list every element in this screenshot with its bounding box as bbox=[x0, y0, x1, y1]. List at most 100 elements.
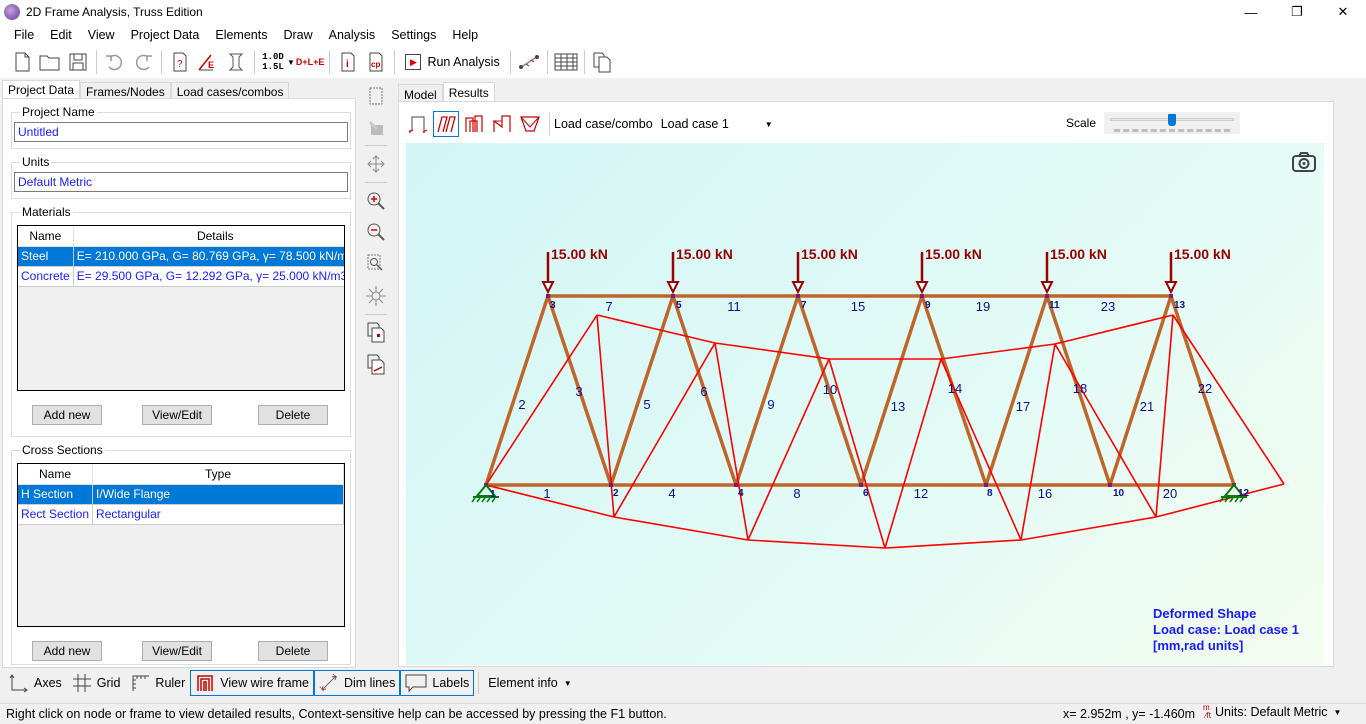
new-file-button[interactable] bbox=[9, 48, 35, 76]
deformed-shape-button[interactable] bbox=[433, 111, 459, 137]
speech-bubble-icon bbox=[405, 674, 427, 693]
sections-col-name[interactable]: Name bbox=[18, 464, 94, 485]
table-row[interactable]: Steel E= 210.000 GPa, G= 80.769 GPa, γ= … bbox=[18, 246, 344, 267]
materials-delete-button[interactable]: Delete bbox=[258, 405, 328, 425]
bending-moment-button[interactable] bbox=[517, 111, 543, 137]
tab-results[interactable]: Results bbox=[442, 82, 495, 103]
materials-view-edit-button[interactable]: View/Edit bbox=[142, 405, 212, 425]
truss-member bbox=[484, 295, 550, 486]
section-name: Rect Section bbox=[18, 504, 94, 525]
copy-node-button[interactable] bbox=[364, 320, 388, 346]
redo-button[interactable] bbox=[130, 48, 156, 76]
ruler-toggle[interactable]: Ruler bbox=[125, 670, 190, 696]
sections-delete-button[interactable]: Delete bbox=[258, 641, 328, 661]
eraser-button[interactable] bbox=[364, 115, 388, 141]
element-label: 7 bbox=[605, 299, 612, 314]
zoom-in-button[interactable] bbox=[364, 188, 388, 214]
axes-toggle[interactable]: Axes bbox=[4, 670, 67, 696]
load-combo-button[interactable]: D+L+E bbox=[296, 48, 325, 76]
zoom-window-button[interactable] bbox=[364, 251, 388, 277]
menu-analysis[interactable]: Analysis bbox=[321, 28, 384, 42]
scale-slider[interactable] bbox=[1104, 112, 1241, 134]
truss-drawing[interactable]: 1 234567891011121312345678910111213141516… bbox=[406, 143, 1324, 665]
load-case-select[interactable]: Load case 1 ▼ bbox=[657, 113, 777, 135]
element-label: 6 bbox=[700, 384, 707, 399]
minimize-button[interactable]: — bbox=[1228, 0, 1274, 24]
wireframe-toggle[interactable]: View wire frame bbox=[190, 670, 314, 696]
node-label: 6 bbox=[863, 488, 869, 499]
sections-view-edit-button[interactable]: View/Edit bbox=[142, 641, 212, 661]
materials-label: Materials bbox=[22, 205, 71, 219]
table-button[interactable] bbox=[553, 48, 579, 76]
title-bar: 2D Frame Analysis, Truss Edition — ❐ ✕ bbox=[0, 0, 1366, 24]
menu-draw[interactable]: Draw bbox=[275, 28, 320, 42]
run-analysis-label: Run Analysis bbox=[427, 55, 500, 69]
axial-force-button[interactable] bbox=[461, 111, 487, 137]
materials-add-button[interactable]: Add new bbox=[32, 405, 102, 425]
section-type: Rectangular bbox=[92, 504, 344, 525]
scale-label: Scale bbox=[1066, 116, 1097, 130]
deformed-member bbox=[1172, 314, 1285, 485]
menu-project-data[interactable]: Project Data bbox=[123, 28, 208, 42]
load-factor-dropdown[interactable]: 1.0D 1.5L bbox=[260, 48, 286, 76]
undo-button[interactable] bbox=[102, 48, 128, 76]
materials-col-name[interactable]: Name bbox=[18, 226, 74, 247]
shear-force-button[interactable] bbox=[489, 111, 515, 137]
menu-edit[interactable]: Edit bbox=[42, 28, 80, 42]
drawing-canvas[interactable]: 1 2 3 4 5 6 7 8 9 10 11 12 13 1 2 3 4 5 6 7 8 9 10 11 12 13 14 15 16… bbox=[406, 143, 1324, 665]
pan-button[interactable] bbox=[364, 151, 388, 177]
element-info-dropdown[interactable]: Element info ▼ bbox=[483, 670, 576, 696]
zoom-extents-button[interactable] bbox=[364, 283, 388, 309]
menu-file[interactable]: File bbox=[6, 28, 42, 42]
run-analysis-button[interactable]: ▶ Run Analysis bbox=[400, 48, 504, 76]
menu-settings[interactable]: Settings bbox=[383, 28, 444, 42]
slider-thumb[interactable] bbox=[1168, 114, 1177, 126]
menu-help[interactable]: Help bbox=[444, 28, 486, 42]
axial-force-icon bbox=[465, 115, 483, 132]
reactions-button[interactable] bbox=[405, 111, 431, 137]
info-button[interactable]: i bbox=[335, 48, 361, 76]
sections-add-button[interactable]: Add new bbox=[32, 641, 102, 661]
restore-button[interactable]: ❐ bbox=[1274, 0, 1320, 24]
grid-icon bbox=[72, 674, 91, 692]
tab-project-data[interactable]: Project Data bbox=[2, 80, 81, 100]
node-marker bbox=[984, 483, 988, 487]
table-row[interactable]: Rect Section Rectangular bbox=[18, 504, 344, 525]
measure-button[interactable] bbox=[516, 48, 542, 76]
dimlines-toggle[interactable]: Dim lines bbox=[313, 670, 401, 696]
chevron-down-icon: ▼ bbox=[1333, 707, 1342, 717]
save-button[interactable] bbox=[65, 48, 91, 76]
units-dropdown[interactable]: m ∕ft Units: Default Metric ▼ bbox=[1203, 704, 1341, 720]
sections-col-type[interactable]: Type bbox=[92, 464, 344, 485]
project-name-input[interactable]: Untitled bbox=[14, 122, 348, 142]
material-button[interactable]: E bbox=[195, 48, 221, 76]
copy-pages-button[interactable] bbox=[590, 48, 616, 76]
units-input[interactable]: Default Metric bbox=[14, 172, 348, 192]
camera-icon[interactable] bbox=[1291, 151, 1317, 173]
labels-toggle[interactable]: Labels bbox=[400, 670, 475, 696]
section-button[interactable] bbox=[223, 48, 249, 76]
chevron-down-icon: ▼ bbox=[563, 678, 572, 688]
grid-toggle[interactable]: Grid bbox=[67, 670, 126, 696]
deformed-member bbox=[747, 539, 886, 549]
element-label: 22 bbox=[1198, 381, 1212, 396]
cp-button[interactable]: cp bbox=[363, 48, 389, 76]
open-file-button[interactable] bbox=[37, 48, 63, 76]
menu-view[interactable]: View bbox=[80, 28, 123, 42]
element-label: 10 bbox=[823, 382, 837, 397]
close-button[interactable]: ✕ bbox=[1320, 0, 1366, 24]
menu-elements[interactable]: Elements bbox=[207, 28, 275, 42]
node-marker bbox=[609, 483, 613, 487]
materials-col-details[interactable]: Details bbox=[73, 226, 344, 247]
copy-frame-button[interactable] bbox=[364, 351, 388, 377]
zoom-out-button[interactable] bbox=[364, 220, 388, 246]
select-button[interactable] bbox=[364, 83, 388, 109]
toolbar-separator bbox=[96, 50, 97, 74]
table-row[interactable]: Concrete E= 29.500 GPa, G= 12.292 GPa, γ… bbox=[18, 266, 344, 287]
load-factor-dead: 1.0D bbox=[262, 52, 284, 62]
help-doc-button[interactable]: ? bbox=[167, 48, 193, 76]
dimlines-label: Dim lines bbox=[343, 676, 396, 690]
table-row[interactable]: H Section I/Wide Flange bbox=[18, 484, 344, 505]
material-elastic-icon: E bbox=[198, 54, 214, 71]
node-label: 4 bbox=[738, 488, 744, 499]
